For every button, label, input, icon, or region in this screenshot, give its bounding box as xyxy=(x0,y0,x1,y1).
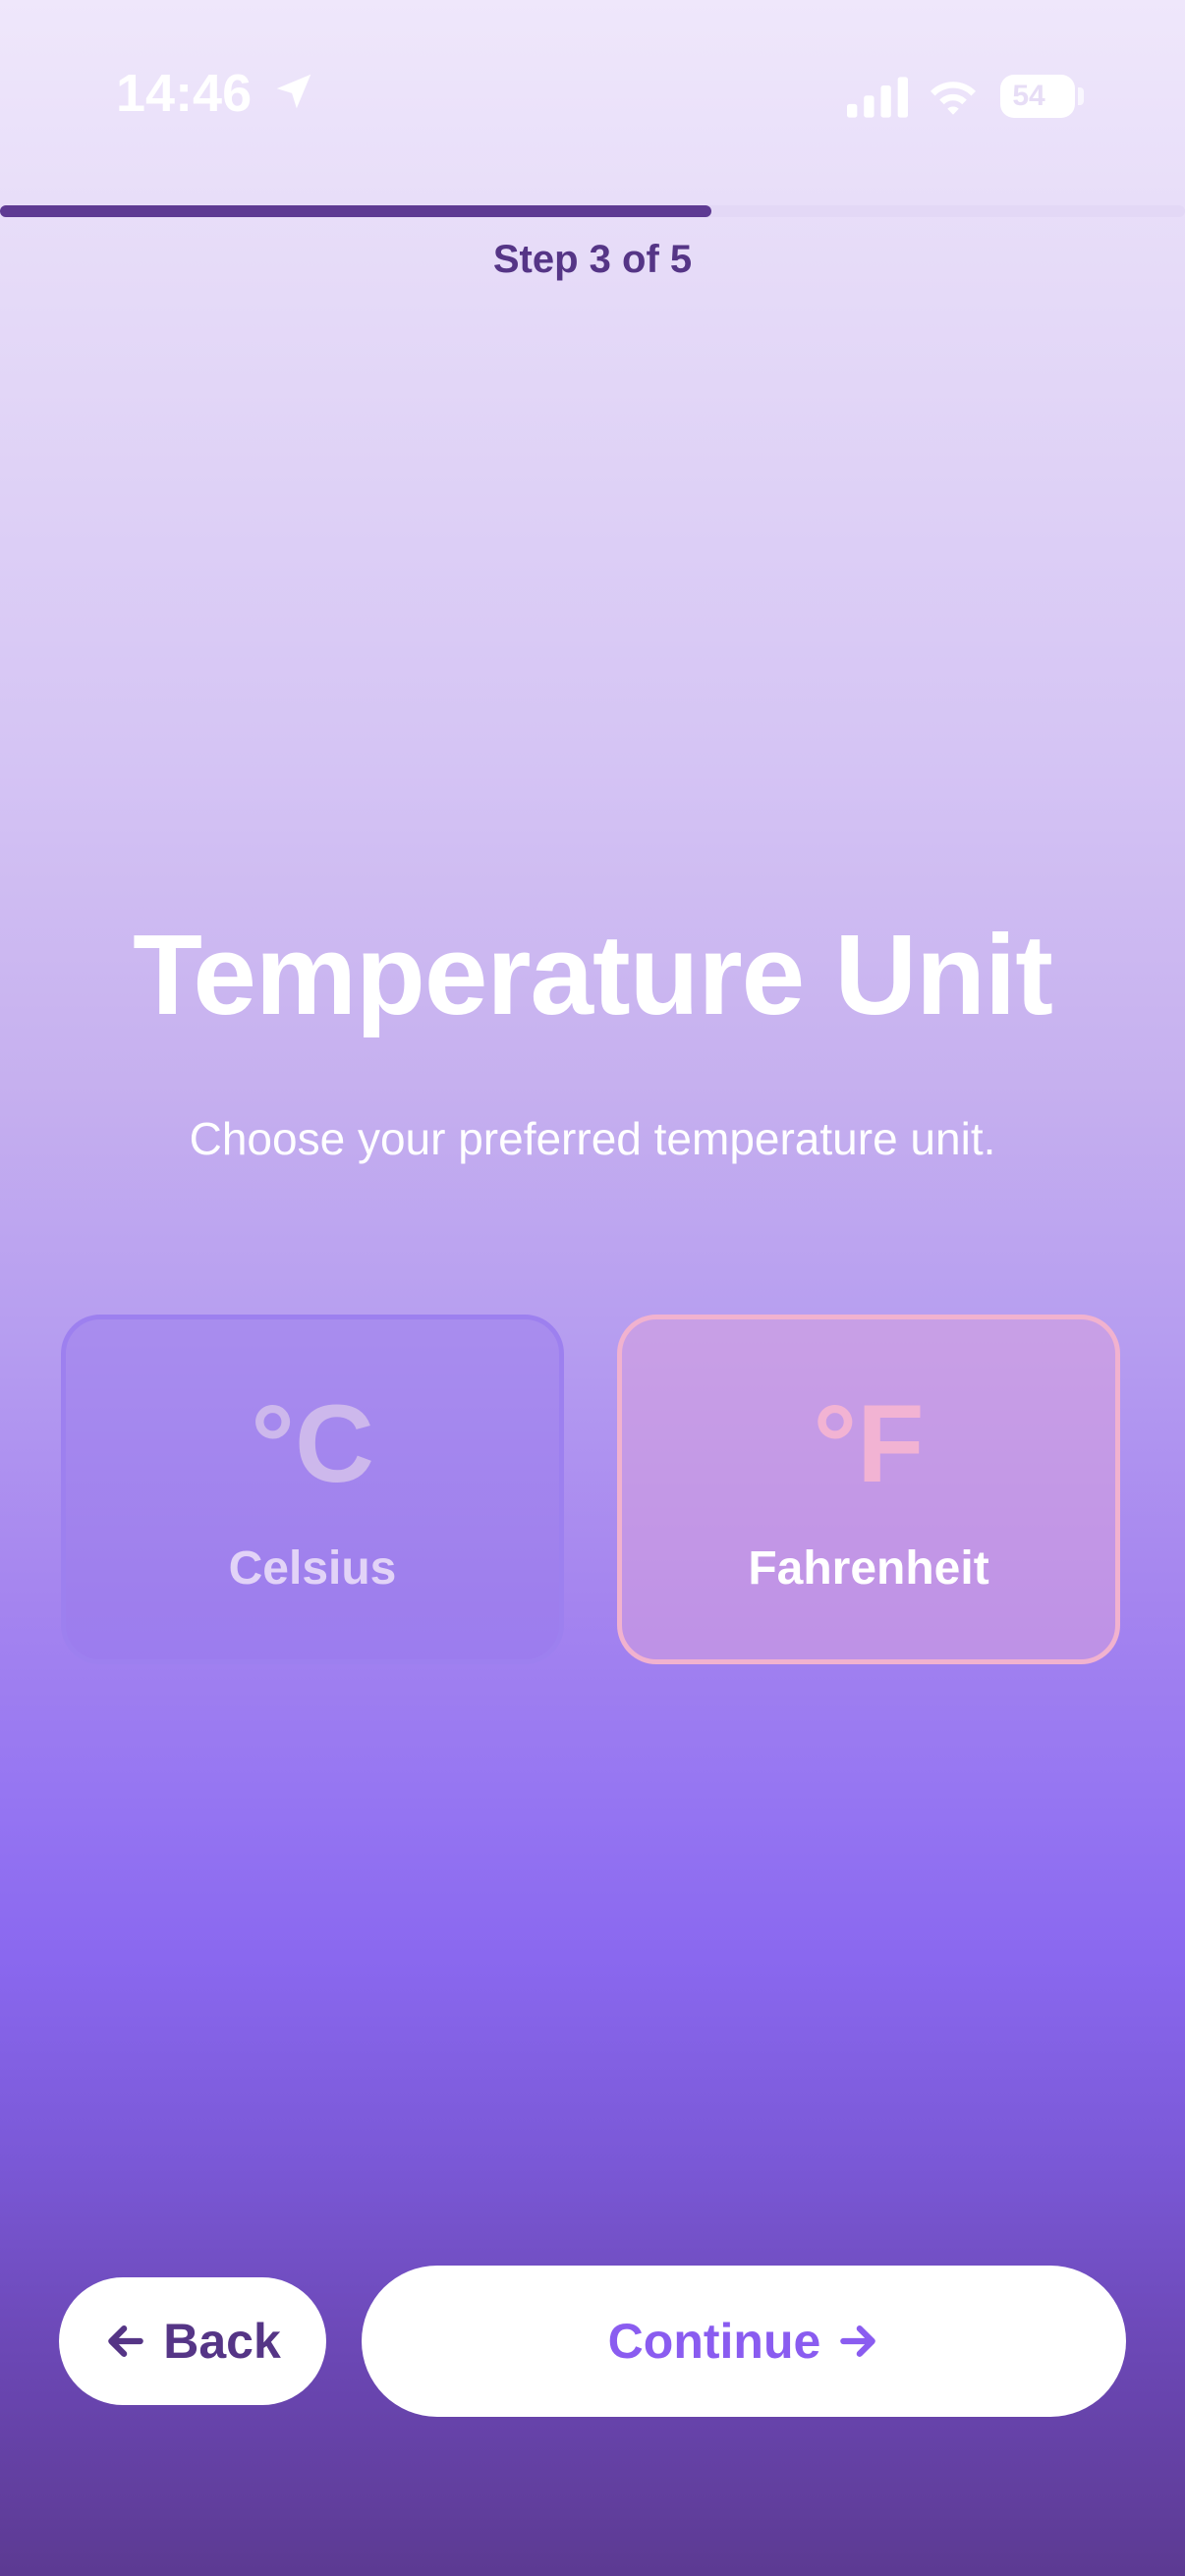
cellular-signal-icon xyxy=(847,77,908,118)
page-subtitle: Choose your preferred temperature unit. xyxy=(189,1113,996,1164)
battery-level: 54 xyxy=(1012,80,1045,112)
fahrenheit-symbol: °F xyxy=(813,1382,925,1505)
battery-tip xyxy=(1078,87,1084,105)
continue-button[interactable]: Continue xyxy=(362,2266,1126,2417)
location-arrow-icon xyxy=(276,74,311,109)
status-bar: 14:46 54 xyxy=(0,0,1185,196)
fahrenheit-option[interactable]: °F Fahrenheit xyxy=(617,1315,1120,1664)
arrow-left-icon xyxy=(108,2325,144,2357)
page-title: Temperature Unit xyxy=(133,911,1053,1038)
back-button-label: Back xyxy=(163,2314,281,2369)
status-time: 14:46 xyxy=(116,64,253,123)
continue-button-label: Continue xyxy=(607,2314,821,2369)
wifi-icon xyxy=(931,82,976,115)
back-button[interactable]: Back xyxy=(59,2277,326,2405)
celsius-option[interactable]: °C Celsius xyxy=(61,1315,564,1664)
step-indicator: Step 3 of 5 xyxy=(492,238,693,281)
celsius-symbol: °C xyxy=(251,1382,374,1505)
progress-fill xyxy=(0,205,711,217)
progress-bar xyxy=(0,205,1185,217)
celsius-label: Celsius xyxy=(228,1542,397,1595)
fahrenheit-label: Fahrenheit xyxy=(748,1542,989,1595)
arrow-right-icon xyxy=(840,2325,876,2357)
battery-icon: 54 xyxy=(1000,75,1075,118)
